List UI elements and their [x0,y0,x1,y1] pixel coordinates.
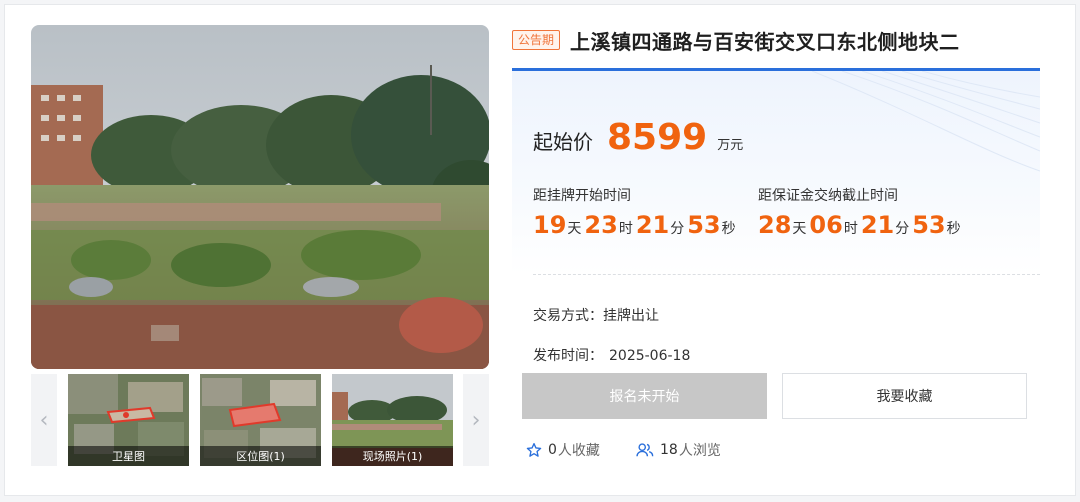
hour-unit: 时 [618,221,633,237]
second-unit: 秒 [946,221,961,237]
view-count: 18 人浏览 [636,440,721,460]
favorite-count[interactable]: 0 人收藏 [526,440,600,460]
price-row: 起始价 8599 万元 [533,117,743,158]
users-icon [636,442,654,458]
countdown-days: 19 [533,211,567,239]
countdown-seconds: 53 [912,211,946,239]
price-unit: 万元 [717,138,744,153]
countdown-label-listing: 距挂牌开始时间 [533,188,631,204]
listing-title: 上溪镇四通路与百安街交叉口东北侧地块二 [570,29,960,54]
chevron-right-icon: › [471,407,481,433]
hour-unit: 时 [843,221,858,237]
second-unit: 秒 [721,221,736,237]
favorite-button[interactable]: 我要收藏 [782,373,1027,419]
countdown-label-deposit: 距保证金交纳截止时间 [758,188,898,204]
register-button[interactable]: 报名未开始 [522,373,767,419]
price-panel: 起始价 8599 万元 距挂牌开始时间 19 天 23 时 21 分 53 秒 距保证金… [512,71,1040,274]
publish-time-label: 发布时间： [533,348,603,364]
listing-header: 公告期 上溪镇四通路与百安街交叉口东北侧地块二 [512,24,960,56]
countdown-days: 28 [758,211,792,239]
panel-decoration [811,71,1040,172]
countdown-hours: 06 [809,211,843,239]
countdown-minutes: 21 [635,211,670,239]
view-count-suffix: 人浏览 [678,443,721,459]
view-count-value: 18 [660,442,678,458]
thumb-prev-button[interactable]: ‹ [31,374,57,466]
star-icon [526,442,542,458]
minute-unit: 分 [670,221,685,237]
thumb-caption: 卫星图 [68,446,189,466]
publish-time: 发布时间： 2025-06-18 [533,345,690,365]
countdown-seconds: 53 [687,211,721,239]
thumb-caption: 区位图(1) [200,446,321,466]
main-photo[interactable] [31,25,489,369]
thumb-satellite[interactable]: 卫星图 [68,374,189,466]
chevron-left-icon: ‹ [39,407,49,433]
price-label: 起始价 [533,130,593,154]
countdown-minutes: 21 [860,211,895,239]
minute-unit: 分 [895,221,910,237]
favorite-count-value: 0 [548,442,557,458]
price-value: 8599 [607,117,708,158]
countdown-hours: 23 [584,211,618,239]
trade-method-label: 交易方式： [533,308,603,324]
favorite-count-suffix: 人收藏 [557,443,600,459]
countdown-deposit: 28 天 06 时 21 分 53 秒 [758,211,964,239]
publish-time-value: 2025-06-18 [609,348,691,364]
day-unit: 天 [567,221,582,237]
thumb-site-photo[interactable]: 现场照片(1) [332,374,453,466]
thumb-caption: 现场照片(1) [332,446,453,466]
status-badge: 公告期 [512,30,561,50]
thumb-next-button[interactable]: › [463,374,489,466]
countdown-listing: 19 天 23 时 21 分 53 秒 [533,211,739,239]
trade-method: 交易方式：挂牌出让 [533,305,659,325]
section-divider [533,274,1040,275]
trade-method-value: 挂牌出让 [603,308,659,324]
day-unit: 天 [792,221,807,237]
thumb-location[interactable]: 区位图(1) [200,374,321,466]
thumbnail-strip: ‹ 卫星图 区位图(1) 现场照片(1) › [31,374,489,466]
